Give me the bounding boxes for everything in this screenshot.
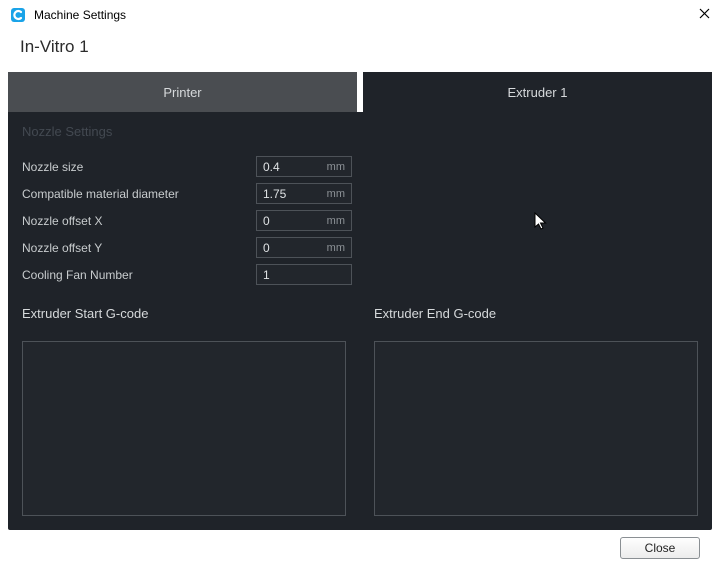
- tab-bar: Printer Extruder 1: [8, 72, 712, 112]
- gcode-start-label: Extruder Start G-code: [22, 306, 346, 321]
- settings-panel: Printer Extruder 1 Nozzle Settings Nozzl…: [8, 72, 712, 530]
- input-offset-y[interactable]: [257, 238, 327, 257]
- input-offset-x[interactable]: [257, 211, 327, 230]
- machine-name: In-Vitro 1: [0, 30, 720, 69]
- label-material-diameter: Compatible material diameter: [22, 187, 256, 201]
- input-wrap: mm: [256, 183, 352, 204]
- gcode-row: Extruder Start G-code Extruder End G-cod…: [22, 306, 698, 516]
- label-fan-number: Cooling Fan Number: [22, 268, 256, 282]
- gcode-start-box: [22, 341, 346, 516]
- label-offset-y: Nozzle offset Y: [22, 241, 256, 255]
- input-wrap: mm: [256, 237, 352, 258]
- gcode-start-textarea[interactable]: [23, 342, 345, 515]
- dialog-footer: Close: [620, 537, 700, 559]
- label-nozzle-size: Nozzle size: [22, 160, 256, 174]
- gcode-end-box: [374, 341, 698, 516]
- window-title: Machine Settings: [34, 8, 126, 22]
- row-fan-number: Cooling Fan Number: [22, 261, 352, 288]
- close-icon: [699, 8, 710, 19]
- label-offset-x: Nozzle offset X: [22, 214, 256, 228]
- row-offset-y: Nozzle offset Y mm: [22, 234, 352, 261]
- app-logo-icon: [10, 7, 26, 23]
- row-offset-x: Nozzle offset X mm: [22, 207, 352, 234]
- title-bar: Machine Settings: [0, 0, 720, 30]
- unit-mm: mm: [327, 242, 351, 254]
- unit-mm: mm: [327, 188, 351, 200]
- tab-extruder-1[interactable]: Extruder 1: [363, 72, 712, 112]
- input-fan-number[interactable]: [257, 265, 345, 284]
- input-wrap: [256, 264, 352, 285]
- section-header: Nozzle Settings: [22, 124, 698, 139]
- gcode-end-label: Extruder End G-code: [374, 306, 698, 321]
- input-material-diameter[interactable]: [257, 184, 327, 203]
- unit-mm: mm: [327, 215, 351, 227]
- gcode-end-column: Extruder End G-code: [374, 306, 698, 516]
- tab-printer[interactable]: Printer: [8, 72, 357, 112]
- input-nozzle-size[interactable]: [257, 157, 327, 176]
- window-close-button[interactable]: [699, 7, 710, 22]
- gcode-end-textarea[interactable]: [375, 342, 697, 515]
- gcode-start-column: Extruder Start G-code: [22, 306, 346, 516]
- row-material-diameter: Compatible material diameter mm: [22, 180, 352, 207]
- tab-body: Nozzle Settings Nozzle size mm Compatibl…: [8, 112, 712, 530]
- input-wrap: mm: [256, 156, 352, 177]
- close-button[interactable]: Close: [620, 537, 700, 559]
- unit-mm: mm: [327, 161, 351, 173]
- row-nozzle-size: Nozzle size mm: [22, 153, 352, 180]
- input-wrap: mm: [256, 210, 352, 231]
- nozzle-fields: Nozzle size mm Compatible material diame…: [22, 153, 352, 288]
